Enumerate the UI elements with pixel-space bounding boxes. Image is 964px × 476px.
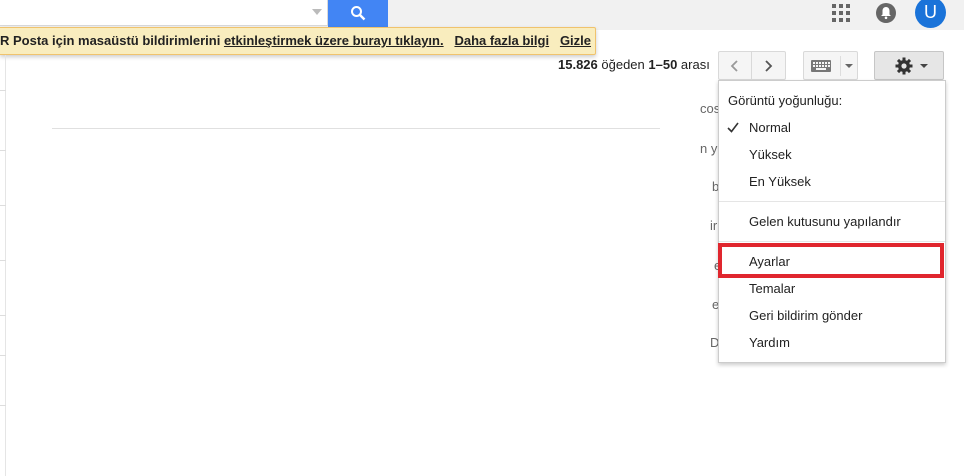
density-highest-label: En Yüksek bbox=[749, 174, 811, 189]
themes-item[interactable]: Temalar bbox=[719, 275, 945, 302]
older-button[interactable] bbox=[718, 51, 752, 80]
total-count: 15.826 bbox=[558, 57, 598, 72]
help-item-label: Yardım bbox=[749, 335, 790, 350]
search-options-icon[interactable] bbox=[312, 9, 322, 15]
keyboard-icon bbox=[811, 60, 831, 72]
menu-divider bbox=[719, 241, 945, 242]
menu-divider bbox=[719, 201, 945, 202]
notice-text: R Posta için masaüstü bildirimlerini bbox=[0, 33, 224, 48]
peek-text: n y bbox=[700, 141, 718, 156]
page-range: 1–50 bbox=[648, 57, 678, 72]
desktop-notification-banner: R Posta için masaüstü bildirimlerini etk… bbox=[0, 27, 596, 55]
input-tools-button[interactable] bbox=[803, 51, 858, 80]
avatar[interactable]: U bbox=[915, 0, 946, 28]
chevron-down-icon[interactable] bbox=[845, 64, 853, 68]
hide-notice-link[interactable]: Gizle bbox=[560, 33, 591, 48]
density-high[interactable]: Yüksek bbox=[719, 141, 945, 168]
density-heading: Görüntü yoğunluğu: bbox=[728, 93, 843, 108]
button-divider bbox=[840, 56, 841, 76]
left-rail bbox=[0, 55, 6, 476]
configure-inbox-item[interactable]: Gelen kutusunu yapılandır bbox=[719, 208, 945, 235]
send-feedback-item[interactable]: Geri bildirim gönder bbox=[719, 302, 945, 329]
top-bar: U bbox=[0, 0, 964, 30]
pagination-info: 15.826 öğeden 1–50 arası bbox=[558, 57, 710, 72]
gear-icon bbox=[895, 57, 913, 75]
enable-notifications-link[interactable]: etkinleştirmek üzere burayı tıklayın. bbox=[224, 33, 444, 48]
checkmark-icon bbox=[727, 122, 739, 133]
search-button[interactable] bbox=[328, 0, 388, 28]
search-icon bbox=[351, 6, 366, 21]
density-highest[interactable]: En Yüksek bbox=[719, 168, 945, 195]
chevron-down-icon bbox=[920, 64, 928, 68]
settings-button[interactable] bbox=[874, 51, 944, 80]
settings-highlight-box bbox=[718, 243, 944, 278]
configure-inbox-label: Gelen kutusunu yapılandır bbox=[749, 214, 901, 229]
density-normal-label: Normal bbox=[749, 120, 791, 135]
send-feedback-label: Geri bildirim gönder bbox=[749, 308, 863, 323]
peek-text: cos bbox=[700, 101, 718, 116]
settings-menu: Görüntü yoğunluğu: Normal Yüksek En Yüks… bbox=[718, 80, 946, 363]
pagination-of: öğeden bbox=[597, 57, 649, 72]
chevron-left-icon bbox=[730, 60, 738, 72]
notifications-icon[interactable] bbox=[876, 3, 896, 23]
newer-button[interactable] bbox=[752, 51, 786, 80]
apps-icon[interactable] bbox=[832, 4, 850, 22]
search-input[interactable] bbox=[0, 0, 328, 26]
themes-item-label: Temalar bbox=[749, 281, 796, 296]
learn-more-link[interactable]: Daha fazla bilgi bbox=[454, 33, 549, 48]
chevron-right-icon bbox=[765, 60, 773, 72]
density-high-label: Yüksek bbox=[749, 147, 792, 162]
pagination-suffix: arası bbox=[677, 57, 710, 72]
density-normal[interactable]: Normal bbox=[719, 114, 945, 141]
content-divider bbox=[52, 128, 660, 129]
help-item[interactable]: Yardım bbox=[719, 329, 945, 356]
